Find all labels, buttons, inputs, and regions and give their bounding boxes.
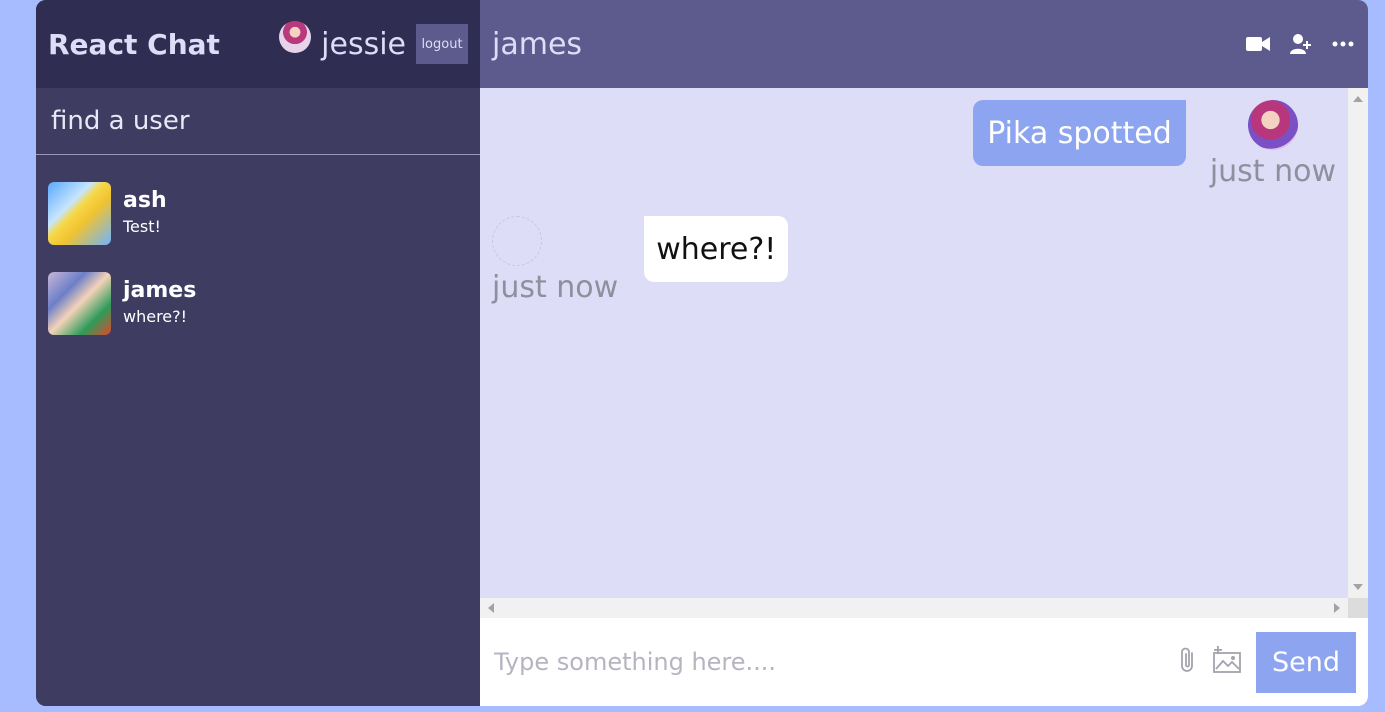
chat-item-james[interactable]: james where?! — [36, 258, 480, 348]
message-meta: just now — [492, 216, 618, 305]
sidebar-navbar: React Chat jessie logout — [36, 0, 480, 88]
chat-item-name: ash — [123, 188, 167, 213]
chat-actions — [1246, 33, 1354, 55]
messages-area[interactable]: Pika spotted just now just now where?! — [480, 88, 1368, 618]
avatar — [48, 181, 111, 245]
chat-title: james — [492, 26, 583, 62]
chat-item-name: james — [123, 278, 197, 303]
logout-button[interactable]: logout — [416, 24, 468, 64]
message-bubble: Pika spotted — [973, 100, 1186, 166]
add-image-icon[interactable] — [1212, 646, 1242, 678]
app-logo: React Chat — [48, 27, 220, 61]
message-owner: Pika spotted just now — [973, 100, 1336, 189]
vertical-scrollbar[interactable] — [1348, 88, 1368, 598]
video-camera-icon[interactable] — [1246, 36, 1270, 52]
scrollbar-corner — [1348, 598, 1368, 618]
message-time: just now — [1209, 154, 1336, 189]
chat-item-info: ash Test! — [123, 187, 167, 239]
paperclip-icon[interactable] — [1178, 646, 1198, 678]
scroll-left-icon[interactable] — [488, 603, 494, 613]
chat-header: james — [480, 0, 1368, 88]
message-other: just now where?! — [492, 216, 789, 305]
send-area: Send — [1178, 631, 1356, 693]
search-input[interactable] — [51, 106, 465, 136]
add-user-icon[interactable] — [1290, 33, 1312, 55]
send-button[interactable]: Send — [1256, 631, 1356, 693]
current-user-name: jessie — [321, 26, 406, 62]
message-meta: just now — [1210, 100, 1336, 189]
message-input[interactable] — [494, 648, 1178, 676]
sidebar: React Chat jessie logout ash Test! jam — [36, 0, 480, 706]
horizontal-scrollbar[interactable] — [480, 598, 1348, 618]
chat-item-info: james where?! — [123, 277, 196, 329]
user-search — [36, 88, 480, 155]
scroll-up-icon[interactable] — [1353, 96, 1363, 102]
scroll-down-icon[interactable] — [1353, 584, 1363, 590]
avatar — [492, 216, 542, 266]
message-input-bar: Send — [480, 618, 1368, 706]
message-time: just now — [492, 270, 619, 305]
chat-item-ash[interactable]: ash Test! — [36, 168, 480, 258]
avatar — [1247, 100, 1298, 150]
current-user-avatar — [279, 21, 312, 53]
chat-item-last-message: where?! — [123, 307, 188, 326]
chat-panel: james Pika spotted just now just now whe… — [480, 0, 1368, 706]
current-user: jessie logout — [279, 21, 468, 64]
avatar — [48, 271, 111, 335]
more-options-icon[interactable] — [1332, 41, 1354, 47]
scroll-right-icon[interactable] — [1334, 603, 1340, 613]
app-window: React Chat jessie logout ash Test! jam — [36, 0, 1368, 706]
chat-list: ash Test! james where?! — [36, 155, 480, 348]
chat-item-last-message: Test! — [123, 217, 161, 236]
message-bubble: where?! — [644, 216, 789, 282]
